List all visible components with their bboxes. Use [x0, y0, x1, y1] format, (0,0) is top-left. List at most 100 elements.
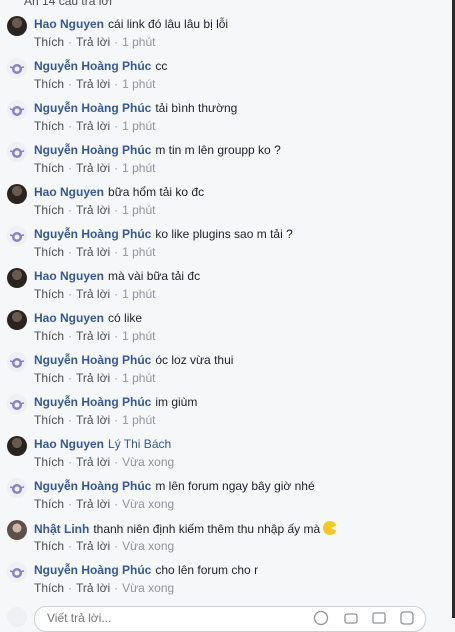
- comment-text: m tin m lên groupp ko ?: [155, 143, 281, 157]
- comment-text: cái link đó lâu lâu bị lỗi: [108, 17, 229, 31]
- comment-time[interactable]: 1 phút: [122, 245, 155, 259]
- comment-author[interactable]: Hao Nguyen: [34, 311, 104, 325]
- comment-text: im giùm: [155, 395, 198, 409]
- like-link[interactable]: Thích: [34, 161, 64, 175]
- like-link[interactable]: Thích: [34, 371, 64, 385]
- reply-link[interactable]: Trả lời: [76, 581, 110, 595]
- comment-time[interactable]: 1 phút: [122, 329, 155, 343]
- reply-composer[interactable]: [34, 606, 426, 632]
- like-link[interactable]: Thích: [34, 581, 64, 595]
- reply-link[interactable]: Trả lời: [76, 287, 110, 301]
- camera-icon[interactable]: [343, 610, 359, 626]
- comment-author[interactable]: Nguyễn Hoàng Phúc: [34, 563, 151, 577]
- reply-link[interactable]: Trả lời: [76, 371, 110, 385]
- like-link[interactable]: Thích: [34, 245, 64, 259]
- like-link[interactable]: Thích: [34, 203, 64, 217]
- comment: Nguyễn Hoàng Phúc óc loz vừa thui Thích · T…: [0, 349, 440, 391]
- reply-link[interactable]: Trả lời: [76, 539, 110, 553]
- chevron-up-icon: ⌃: [8, 0, 18, 8]
- comment-text: cho lên forum cho r: [155, 563, 259, 577]
- comment-text: có like: [108, 311, 143, 325]
- comment-time[interactable]: Vừa xong: [122, 581, 174, 595]
- avatar[interactable]: [7, 310, 27, 330]
- like-link[interactable]: Thích: [34, 287, 64, 301]
- avatar[interactable]: [7, 394, 27, 414]
- avatar[interactable]: [7, 562, 27, 582]
- comment-text: m lên forum ngay bây giờ nhé: [155, 479, 315, 493]
- reply-link[interactable]: Trả lời: [76, 413, 110, 427]
- comment-time[interactable]: 1 phút: [122, 371, 155, 385]
- emoji-icon[interactable]: [313, 610, 329, 626]
- comment-time[interactable]: Vừa xong: [122, 455, 174, 469]
- like-link[interactable]: Thích: [34, 35, 64, 49]
- avatar[interactable]: [7, 478, 27, 498]
- comment-time[interactable]: 1 phút: [122, 161, 155, 175]
- comment-author[interactable]: Hao Nguyen: [34, 17, 104, 31]
- comment-author[interactable]: Nguyễn Hoàng Phúc: [34, 395, 151, 409]
- avatar[interactable]: [7, 58, 27, 78]
- avatar[interactable]: [7, 268, 27, 288]
- sticker-icon[interactable]: [399, 610, 415, 626]
- comment-time[interactable]: 1 phút: [122, 287, 155, 301]
- reply-input[interactable]: [45, 610, 299, 626]
- reply-link[interactable]: Trả lời: [76, 329, 110, 343]
- avatar[interactable]: [7, 436, 27, 456]
- comment: Nhật Linh thanh niên định kiếm thêm thu n…: [0, 517, 440, 559]
- gif-icon[interactable]: [371, 610, 387, 626]
- like-link[interactable]: Thích: [34, 497, 64, 511]
- comment-author[interactable]: Nhật Linh: [34, 522, 89, 536]
- comment-author[interactable]: Nguyễn Hoàng Phúc: [34, 479, 151, 493]
- hide-replies-link[interactable]: ⌃ Ẩn 14 câu trả lời: [8, 0, 308, 9]
- current-user-avatar: [7, 607, 27, 627]
- reply-link[interactable]: Trả lời: [76, 455, 110, 469]
- comment-author[interactable]: Hao Nguyen: [34, 185, 104, 199]
- reply-link[interactable]: Trả lời: [76, 161, 110, 175]
- reply-link[interactable]: Trả lời: [76, 35, 110, 49]
- comment: Hao Nguyen cái link đó lâu lâu bị lỗi Thí…: [0, 13, 440, 55]
- like-link[interactable]: Thích: [34, 455, 64, 469]
- comment: Nguyễn Hoàng Phúc cho lên forum cho r Thí…: [0, 559, 440, 601]
- comment-text: óc loz vừa thui: [155, 353, 234, 367]
- comment-text: mà vài bữa tải đc: [108, 269, 201, 283]
- avatar[interactable]: [7, 352, 27, 372]
- avatar[interactable]: [7, 16, 27, 36]
- comment: Hao Nguyen bữa hổm tải ko đc Thích · Trả lờ…: [0, 181, 440, 223]
- comment-author[interactable]: Hao Nguyen: [34, 437, 104, 451]
- comment-text: bữa hổm tải ko đc: [108, 185, 205, 199]
- reply-link[interactable]: Trả lời: [76, 77, 110, 91]
- comment-author[interactable]: Nguyễn Hoàng Phúc: [34, 227, 151, 241]
- avatar[interactable]: [7, 100, 27, 120]
- comment-author[interactable]: Hao Nguyen: [34, 269, 104, 283]
- comment-author[interactable]: Nguyễn Hoàng Phúc: [34, 143, 151, 157]
- comment-time[interactable]: 1 phút: [122, 119, 155, 133]
- comment-author[interactable]: Nguyễn Hoàng Phúc: [34, 59, 151, 73]
- reply-link[interactable]: Trả lời: [76, 245, 110, 259]
- hide-replies-label: Ẩn 14 câu trả lời: [24, 0, 112, 8]
- avatar[interactable]: [7, 226, 27, 246]
- like-link[interactable]: Thích: [34, 77, 64, 91]
- comment-author[interactable]: Nguyễn Hoàng Phúc: [34, 101, 151, 115]
- comment: Nguyễn Hoàng Phúc m lên forum ngay bây gi…: [0, 475, 440, 517]
- avatar[interactable]: [7, 520, 27, 540]
- comment-time[interactable]: 1 phút: [122, 77, 155, 91]
- reply-link[interactable]: Trả lời: [76, 497, 110, 511]
- comment-time[interactable]: Vừa xong: [122, 539, 174, 553]
- like-link[interactable]: Thích: [34, 119, 64, 133]
- comment-text: tải bình thường: [155, 101, 238, 115]
- reply-link[interactable]: Trả lời: [76, 119, 110, 133]
- comment-time[interactable]: Vừa xong: [122, 497, 174, 511]
- comment-author[interactable]: Nguyễn Hoàng Phúc: [34, 353, 151, 367]
- comment: Hao Nguyen Lý Thi Bách Thích · Trả lời · Vừa …: [0, 433, 440, 475]
- avatar[interactable]: [7, 142, 27, 162]
- comment-text: ko like plugins sao m tải ?: [155, 227, 293, 241]
- like-link[interactable]: Thích: [34, 539, 64, 553]
- mention-link[interactable]: Lý Thi Bách: [108, 437, 171, 451]
- comment-time[interactable]: 1 phút: [122, 35, 155, 49]
- comment-time[interactable]: 1 phút: [122, 203, 155, 217]
- avatar[interactable]: [7, 184, 27, 204]
- comment: Nguyễn Hoàng Phúc ko like plugins sao m t…: [0, 223, 440, 265]
- like-link[interactable]: Thích: [34, 413, 64, 427]
- reply-link[interactable]: Trả lời: [76, 203, 110, 217]
- comment-time[interactable]: 1 phút: [122, 413, 155, 427]
- like-link[interactable]: Thích: [34, 329, 64, 343]
